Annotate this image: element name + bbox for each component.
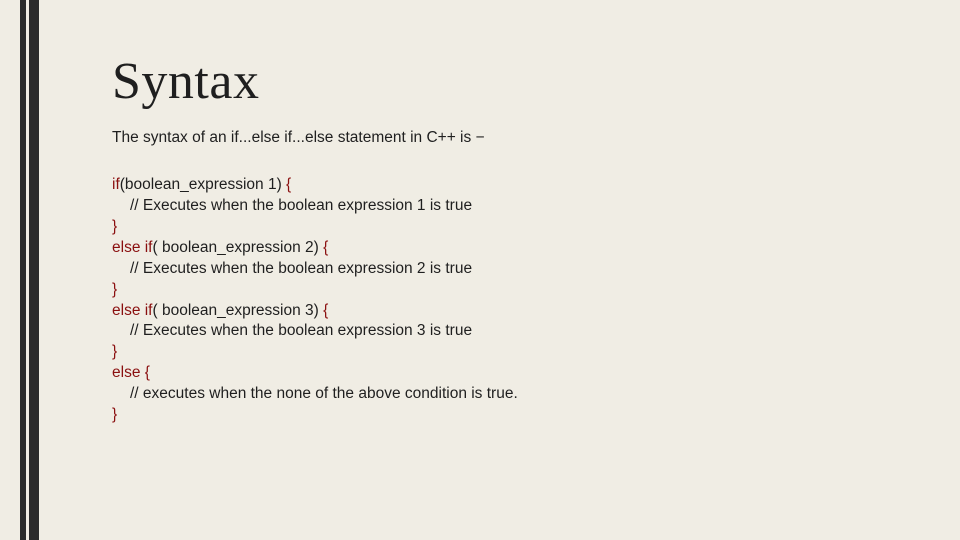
code-comment: // Executes when the boolean expression … (130, 322, 472, 339)
code-text: (boolean_expression 1) (120, 176, 282, 193)
code-comment: // executes when the none of the above c… (130, 385, 518, 402)
code-text: ( boolean_expression 2) (153, 239, 319, 256)
brace-close: } (112, 406, 117, 423)
slide-content: Syntax The syntax of an if...else if...e… (112, 52, 900, 426)
accent-stripe-thick (29, 0, 39, 540)
kw-else-if: else if (112, 239, 153, 256)
brace-close: } (112, 218, 117, 235)
slide: Syntax The syntax of an if...else if...e… (0, 0, 960, 540)
brace-open: { (282, 176, 291, 193)
code-comment: // Executes when the boolean expression … (130, 260, 472, 277)
intro-paragraph: The syntax of an if...else if...else sta… (112, 129, 900, 147)
brace-close: } (112, 281, 117, 298)
code-comment: // Executes when the boolean expression … (130, 197, 472, 214)
brace-close: } (112, 343, 117, 360)
code-text: ( boolean_expression 3) (153, 302, 319, 319)
kw-if: if (112, 176, 120, 193)
brace-open: { (319, 239, 328, 256)
slide-title: Syntax (112, 52, 900, 111)
code-block: if(boolean_expression 1) { // Executes w… (112, 175, 900, 426)
kw-else-if: else if (112, 302, 153, 319)
kw-else: else (112, 364, 140, 381)
brace-open: { (319, 302, 328, 319)
brace-open: { (140, 364, 149, 381)
accent-stripe-thin (20, 0, 26, 540)
